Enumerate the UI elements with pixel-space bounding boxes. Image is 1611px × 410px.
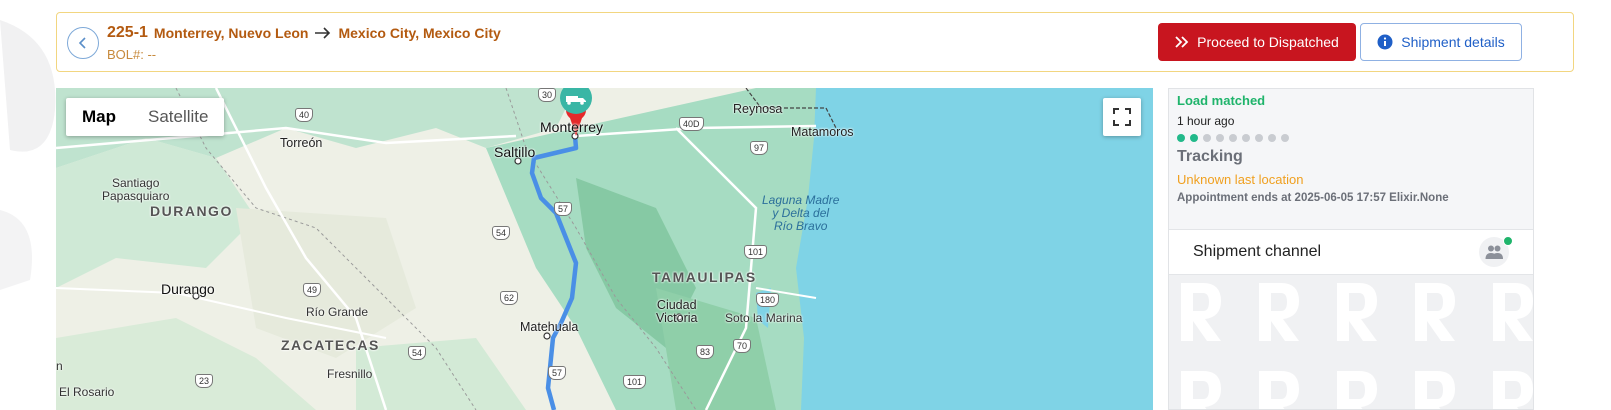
highway-shield: 30 xyxy=(538,88,557,102)
shipment-header: 225-1 Monterrey, Nuevo Leon Mexico City,… xyxy=(56,12,1574,72)
appointment-info: Appointment ends at 2025-06-05 17:57 Eli… xyxy=(1177,192,1449,204)
highway-shield: 62 xyxy=(500,291,519,305)
info-icon xyxy=(1377,34,1393,50)
highway-shield: 101 xyxy=(623,375,647,389)
map-label-reynosa: Reynosa xyxy=(733,102,783,116)
progress-dot xyxy=(1216,134,1224,142)
highway-shield: 23 xyxy=(195,374,214,388)
highway-shield: 49 xyxy=(303,283,322,297)
map-label-fresnillo: Fresnillo xyxy=(327,367,373,381)
highway-shield: 83 xyxy=(696,345,715,359)
logo-pattern-icon xyxy=(1181,283,1533,409)
last-location: Unknown last location xyxy=(1177,172,1304,187)
progress-dot xyxy=(1242,134,1250,142)
shipment-details-button[interactable]: Shipment details xyxy=(1360,23,1522,61)
progress-dot xyxy=(1177,134,1185,142)
shipment-channel-header[interactable]: Shipment channel xyxy=(1169,229,1533,275)
map-label-monterrey: Monterrey xyxy=(540,119,604,135)
progress-dot xyxy=(1268,134,1276,142)
highway-shield: 57 xyxy=(554,202,573,216)
map-label-durango-state: DURANGO xyxy=(150,203,233,219)
shipment-status-panel: Load matched 1 hour ago Tracking Unknown… xyxy=(1168,88,1534,410)
back-button[interactable] xyxy=(67,27,99,59)
map-label-soto-la-marina: Soto la Marina xyxy=(725,311,803,325)
double-chevron-right-icon xyxy=(1175,36,1189,48)
map-type-map-button[interactable]: Map xyxy=(66,98,132,136)
progress-dot xyxy=(1229,134,1237,142)
highway-shield: 40D xyxy=(679,117,704,131)
fullscreen-icon xyxy=(1113,108,1131,126)
map-label-matehuala: Matehuala xyxy=(520,320,579,334)
status-time: 1 hour ago xyxy=(1177,114,1235,128)
map-canvas xyxy=(56,88,1153,410)
fullscreen-button[interactable] xyxy=(1103,98,1141,136)
status-headline: Load matched xyxy=(1177,93,1266,108)
highway-shield: 54 xyxy=(408,346,427,360)
map-label-santiago: Santiago Papasquiaro xyxy=(102,176,170,203)
channel-messages-area[interactable] xyxy=(1169,275,1533,409)
tracking-title: Tracking xyxy=(1177,148,1243,165)
details-label: Shipment details xyxy=(1401,34,1505,50)
map-label-tamaulipas: TAMAULIPAS xyxy=(652,269,757,285)
map-label-matamoros: Matamoros xyxy=(791,125,854,139)
progress-dot xyxy=(1203,134,1211,142)
proceed-label: Proceed to Dispatched xyxy=(1197,34,1339,50)
bol-number: BOL#: -- xyxy=(107,47,157,62)
map-label-rio-grande: Río Grande xyxy=(306,305,369,319)
map-type-control: Map Satellite xyxy=(66,98,225,136)
map-label-saltillo: Saltillo xyxy=(494,144,536,160)
shipment-channel-title: Shipment channel xyxy=(1193,243,1322,260)
highway-shield: 101 xyxy=(744,245,768,259)
chevron-left-icon xyxy=(78,37,86,49)
highway-shield: 54 xyxy=(492,226,511,240)
progress-dot xyxy=(1190,134,1198,142)
users-icon xyxy=(1485,245,1503,259)
highway-shield: 57 xyxy=(548,366,567,380)
destination-city: Mexico City, Mexico City xyxy=(338,25,501,41)
load-id: 225-1 xyxy=(107,24,148,41)
map-label-ciudad-victoria: Ciudad Victoria xyxy=(656,298,698,325)
highway-shield: 97 xyxy=(750,141,769,155)
origin-city: Monterrey, Nuevo Leon xyxy=(153,25,309,41)
progress-dot xyxy=(1281,134,1289,142)
map-label-zacatecas: ZACATECAS xyxy=(281,337,380,353)
map-label-edge: n xyxy=(56,359,63,373)
map-type-satellite-button[interactable]: Satellite xyxy=(132,98,224,136)
route-map[interactable]: Reynosa Matamoros Monterrey Saltillo Tor… xyxy=(56,88,1153,410)
map-label-laguna-madre: Laguna Madre y Delta del Río Bravo xyxy=(762,193,840,233)
highway-shield: 180 xyxy=(756,293,780,307)
proceed-to-dispatched-button[interactable]: Proceed to Dispatched xyxy=(1158,23,1356,61)
progress-dot xyxy=(1255,134,1263,142)
background-logo-watermark xyxy=(0,0,60,410)
tracking-status: Load matched 1 hour ago Tracking Unknown… xyxy=(1177,93,1527,204)
highway-shield: 70 xyxy=(733,339,752,353)
map-label-el-rosario: El Rosario xyxy=(59,385,115,399)
progress-dots xyxy=(1177,134,1527,142)
route-title: 225-1 Monterrey, Nuevo Leon Mexico City,… xyxy=(107,24,501,42)
map-label-durango-city: Durango xyxy=(161,281,215,297)
online-indicator xyxy=(1503,236,1513,246)
highway-shield: 40 xyxy=(295,108,314,122)
arrow-right-icon xyxy=(314,26,332,40)
map-label-torreon: Torreón xyxy=(280,136,323,150)
